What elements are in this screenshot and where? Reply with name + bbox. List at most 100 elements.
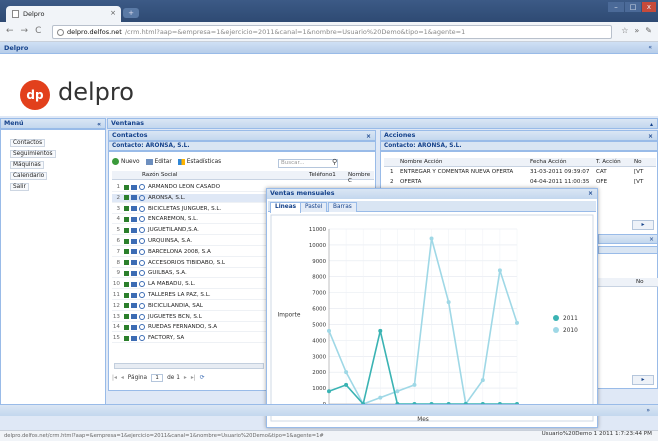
star-icon[interactable]: ☆ bbox=[621, 26, 628, 35]
collapse-icon[interactable]: « bbox=[648, 44, 652, 51]
razon-social: URQUINSA, S.A. bbox=[148, 238, 193, 244]
razon-social: BICICLETAS JUNGUER, S.L. bbox=[148, 205, 222, 212]
close-tab-icon[interactable]: × bbox=[110, 9, 116, 17]
search-icon[interactable]: ⚲ bbox=[332, 158, 337, 166]
collapse-up-icon[interactable]: ▴ bbox=[650, 120, 653, 129]
info-icon[interactable] bbox=[139, 302, 145, 309]
close-chart-icon[interactable]: × bbox=[588, 189, 593, 199]
info-icon[interactable] bbox=[139, 324, 145, 331]
info-icon[interactable] bbox=[139, 335, 145, 342]
acciones-header: Acciones × bbox=[380, 130, 658, 141]
expand-icon[interactable] bbox=[124, 260, 129, 266]
expand-icon[interactable] bbox=[124, 216, 129, 222]
close-window-button[interactable]: x bbox=[642, 2, 656, 12]
info-icon[interactable] bbox=[139, 194, 145, 201]
info-icon[interactable] bbox=[139, 281, 145, 288]
expand-icon[interactable]: » bbox=[646, 407, 650, 414]
edit-button[interactable]: Editar bbox=[145, 158, 172, 165]
legend-marker-2010 bbox=[553, 327, 559, 333]
search-input[interactable]: Buscar... bbox=[278, 159, 338, 168]
info-icon[interactable] bbox=[139, 270, 145, 277]
row-number: 2 bbox=[116, 194, 120, 201]
extensions-icon[interactable]: » bbox=[634, 26, 639, 35]
reload-icon[interactable]: C bbox=[35, 26, 41, 36]
maximize-button[interactable]: □ bbox=[625, 2, 641, 12]
tab-pastel[interactable]: Pastel bbox=[300, 202, 328, 212]
info-icon[interactable] bbox=[139, 248, 145, 255]
accion-row[interactable]: 1 ENTREGAR Y COMENTAR NUEVA OFERTA 31-03… bbox=[384, 169, 656, 178]
expand-icon[interactable] bbox=[124, 303, 129, 309]
horizontal-scrollbar[interactable] bbox=[114, 363, 264, 369]
card-icon bbox=[131, 260, 137, 266]
minimize-button[interactable]: – bbox=[608, 2, 624, 12]
close-panel-icon[interactable]: × bbox=[649, 236, 654, 243]
info-icon[interactable] bbox=[139, 227, 145, 234]
info-icon[interactable] bbox=[139, 292, 145, 298]
menu-item-calendario[interactable]: Calendario bbox=[10, 172, 48, 180]
collapse-menu-icon[interactable]: « bbox=[97, 120, 101, 129]
menu-item-contactos[interactable]: Contactos bbox=[10, 139, 46, 147]
menu-item-salir[interactable]: Salir bbox=[10, 183, 29, 191]
expand-icon[interactable] bbox=[124, 324, 129, 330]
col-no-2[interactable]: No bbox=[636, 279, 644, 285]
expand-icon[interactable] bbox=[124, 270, 129, 276]
browser-tab[interactable]: Delpro × bbox=[6, 6, 121, 22]
new-button[interactable]: Nuevo bbox=[112, 158, 140, 165]
last-page-icon[interactable]: ▸| bbox=[191, 375, 196, 381]
menu-item-seguimientos[interactable]: Seguimientos bbox=[10, 150, 56, 158]
y-tick-label: 7000 bbox=[312, 291, 326, 297]
new-tab-button[interactable]: + bbox=[123, 8, 139, 18]
expand-icon[interactable] bbox=[124, 314, 129, 320]
info-icon[interactable] bbox=[139, 313, 145, 320]
first-page-icon[interactable]: |◂ bbox=[112, 375, 117, 381]
info-icon[interactable] bbox=[139, 205, 145, 212]
y-tick-label: 8000 bbox=[312, 275, 326, 281]
info-icon[interactable] bbox=[139, 238, 145, 244]
address-bar[interactable]: delpro.delfos.net/crm.html?aap=&empresa=… bbox=[52, 25, 612, 39]
info-icon[interactable] bbox=[139, 216, 145, 223]
expand-icon[interactable] bbox=[124, 281, 129, 287]
expand-icon[interactable] bbox=[124, 238, 129, 244]
scroll-right-icon-2[interactable]: ▸ bbox=[632, 375, 654, 385]
col-telefono[interactable]: Teléfono1 bbox=[309, 172, 336, 178]
expand-icon[interactable] bbox=[124, 249, 129, 255]
scroll-right-icon[interactable]: ▸ bbox=[632, 220, 654, 230]
expand-icon[interactable] bbox=[124, 206, 129, 212]
refresh-icon[interactable]: ⟳ bbox=[200, 375, 205, 381]
row-number: 2 bbox=[390, 179, 394, 185]
col-fecha-accion[interactable]: Fecha Acción bbox=[530, 159, 567, 165]
expand-icon[interactable] bbox=[124, 335, 129, 341]
back-icon[interactable]: ← bbox=[6, 26, 14, 36]
info-icon[interactable] bbox=[139, 184, 145, 190]
page-input[interactable]: 1 bbox=[151, 373, 164, 382]
expand-icon[interactable] bbox=[124, 195, 129, 201]
url-host: delpro.delfos.net bbox=[67, 28, 122, 36]
col-tipo-accion[interactable]: T. Acción bbox=[596, 159, 621, 165]
info-icon[interactable] bbox=[139, 259, 145, 266]
close-acciones-icon[interactable]: × bbox=[648, 132, 653, 141]
razon-social: ARONSA, S.L. bbox=[148, 194, 186, 201]
y-tick-label: 11000 bbox=[309, 227, 327, 233]
accion-row[interactable]: 2 OFERTA 04-04-2011 11:00:35 OFE [VT bbox=[384, 179, 656, 188]
expand-icon[interactable] bbox=[124, 292, 129, 298]
close-contactos-icon[interactable]: × bbox=[366, 132, 371, 141]
card-icon bbox=[131, 184, 137, 190]
data-point-2010 bbox=[480, 378, 485, 383]
wrench-icon[interactable]: ✎ bbox=[645, 26, 652, 35]
forward-icon[interactable]: → bbox=[21, 26, 29, 36]
col-nombre-accion[interactable]: Nombre Acción bbox=[400, 159, 442, 165]
expand-icon[interactable] bbox=[124, 184, 129, 190]
expand-icon[interactable] bbox=[124, 227, 129, 233]
stats-button[interactable]: Estadísticas bbox=[177, 158, 221, 165]
prev-page-icon[interactable]: ◂ bbox=[121, 375, 124, 381]
accion-no: [VT bbox=[634, 169, 644, 175]
ventanas-title: Ventanas bbox=[111, 120, 145, 127]
tab-barras[interactable]: Barras bbox=[328, 202, 357, 212]
col-no[interactable]: No bbox=[634, 159, 642, 165]
next-page-icon[interactable]: ▸ bbox=[184, 375, 187, 381]
razon-social: BICICLILANDIA, SAL bbox=[148, 302, 203, 309]
menu-item-maquinas[interactable]: Máquinas bbox=[10, 161, 44, 169]
chart-window-header[interactable]: Ventas mensuales × bbox=[267, 189, 597, 199]
col-razon-social[interactable]: Razón Social bbox=[142, 172, 177, 178]
data-point-2010 bbox=[446, 300, 451, 305]
